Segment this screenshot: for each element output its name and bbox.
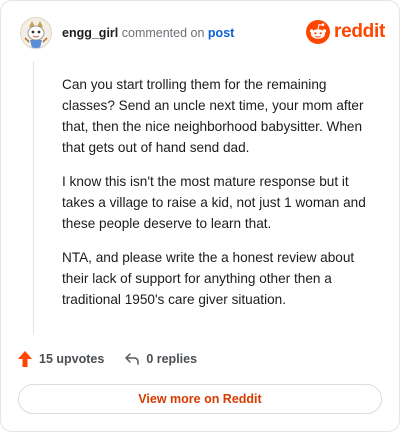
- replies-button[interactable]: 0 replies: [124, 352, 197, 366]
- reddit-snoo-icon: [306, 20, 331, 44]
- upvote-arrow-icon: [18, 351, 32, 367]
- post-link[interactable]: post: [208, 26, 234, 40]
- comment-embed-card: engg_girl commented on post reddit Can y…: [0, 0, 400, 432]
- byline-verb: commented on: [121, 26, 205, 40]
- comment-paragraph: Can you start trolling them for the rema…: [62, 77, 364, 155]
- reddit-brand[interactable]: reddit: [306, 19, 385, 45]
- comment-paragraph: I know this isn't the most mature respon…: [62, 174, 366, 231]
- comment-thread-line: [33, 61, 34, 335]
- reddit-wordmark: reddit: [334, 21, 385, 42]
- comment-actions: 15 upvotes 0 replies: [17, 349, 197, 369]
- upvote-button[interactable]: 15 upvotes: [17, 350, 104, 368]
- comment-body: Can you start trolling them for the rema…: [62, 74, 380, 323]
- view-more-button[interactable]: View more on Reddit: [18, 384, 382, 414]
- reply-arrow-icon: [125, 353, 140, 365]
- comment-paragraph: NTA, and please write the a honest revie…: [62, 250, 355, 307]
- reply-count: 0 replies: [146, 352, 198, 366]
- username-link[interactable]: engg_girl: [62, 26, 118, 40]
- byline: engg_girl commented on post: [62, 26, 234, 40]
- upvote-count: 15 upvotes: [39, 352, 105, 366]
- user-avatar[interactable]: [20, 17, 52, 49]
- avatar-icon: [21, 18, 51, 48]
- comment-header: engg_girl commented on post reddit: [20, 17, 385, 49]
